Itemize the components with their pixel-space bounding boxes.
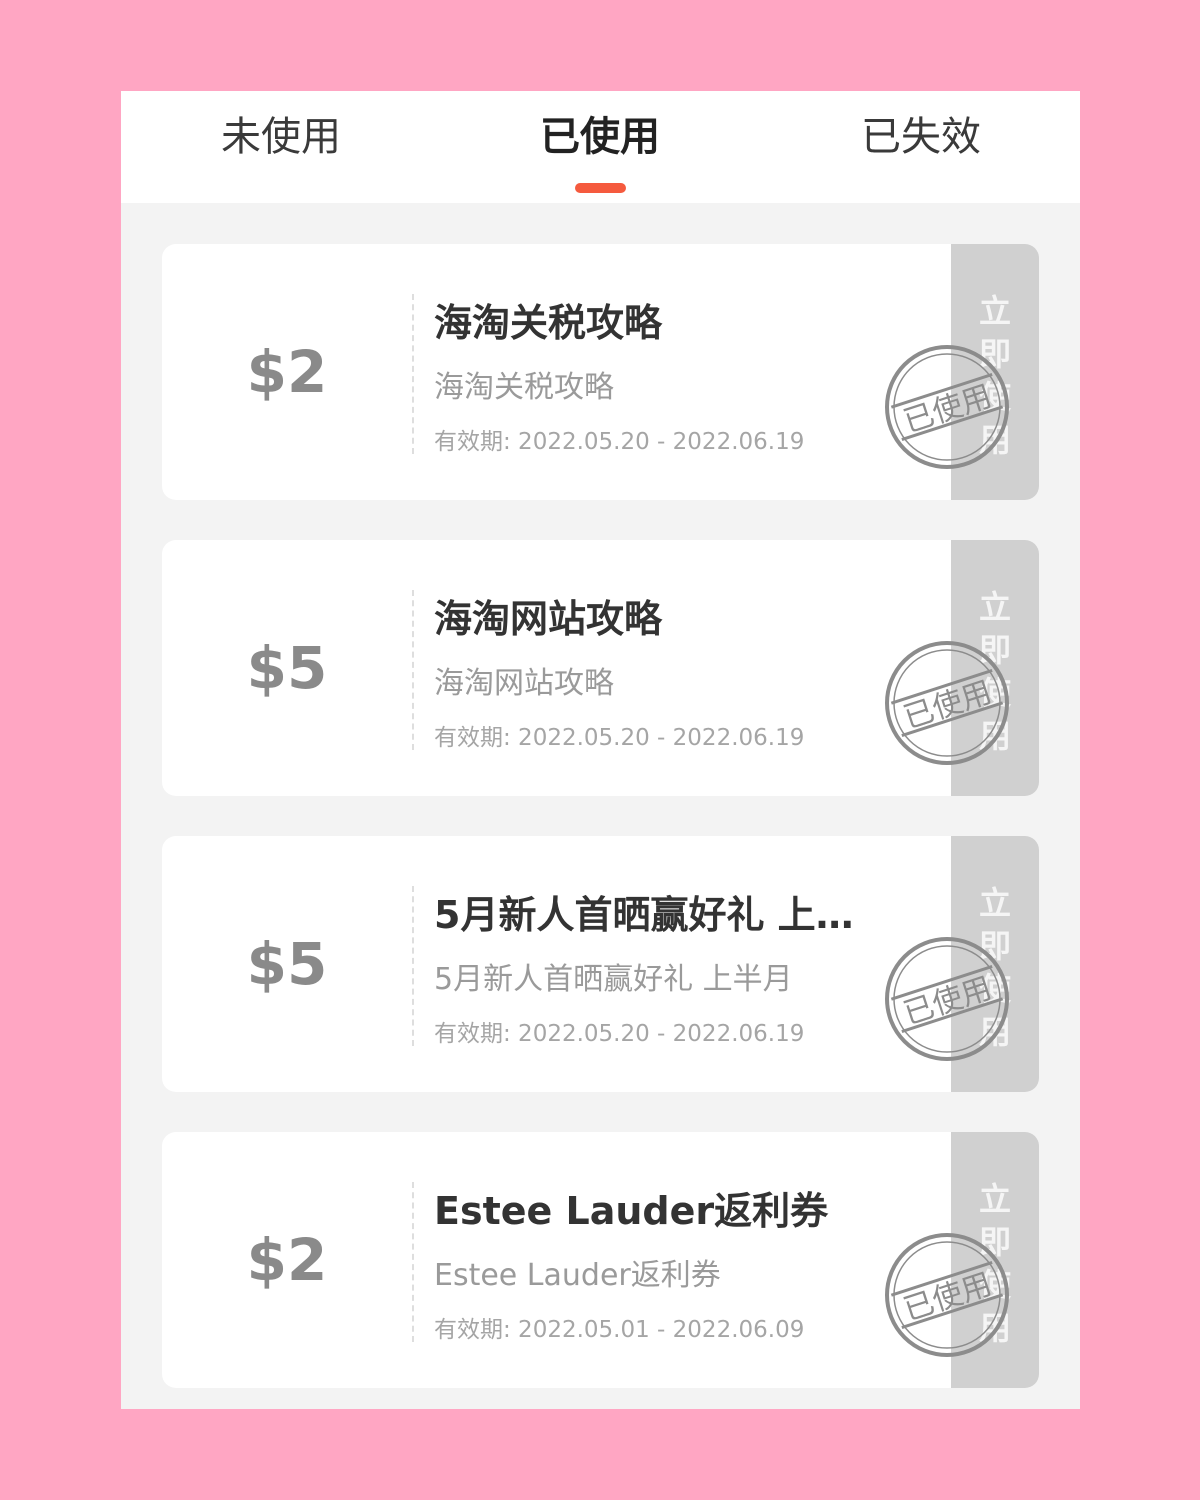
coupon-subtitle: Estee Lauder返利券 (434, 1258, 721, 1293)
coupon-title: Estee Lauder返利券 (434, 1189, 829, 1233)
used-stamp-icon: 已使用 (885, 1233, 1009, 1357)
used-stamp-icon: 已使用 (885, 345, 1009, 469)
coupon-list: $2 海淘关税攻略 海淘关税攻略 有效期: 2022.05.20 - 2022.… (162, 244, 1039, 1409)
active-tab-indicator (575, 183, 626, 193)
coupon-screen: 未使用 已使用 已失效 $2 海淘关税攻略 海淘关税攻略 有效期: 2022.0… (121, 91, 1080, 1409)
used-stamp-icon: 已使用 (885, 937, 1009, 1061)
coupon-validity: 有效期: 2022.05.20 - 2022.06.19 (434, 1021, 805, 1047)
coupon-amount: $2 (246, 1226, 328, 1294)
coupon-validity: 有效期: 2022.05.20 - 2022.06.19 (434, 725, 805, 751)
tab-bar: 未使用 已使用 已失效 (121, 91, 1080, 203)
tab-used[interactable]: 已使用 (480, 107, 720, 167)
tab-unused[interactable]: 未使用 (161, 107, 401, 167)
tab-expired[interactable]: 已失效 (801, 107, 1041, 167)
coupon-title: 5月新人首晒赢好礼 上… (434, 893, 854, 937)
coupon-divider (412, 590, 414, 750)
coupon-card: $5 5月新人首晒赢好礼 上… 5月新人首晒赢好礼 上半月 有效期: 2022.… (162, 836, 1039, 1092)
coupon-card: $5 海淘网站攻略 海淘网站攻略 有效期: 2022.05.20 - 2022.… (162, 540, 1039, 796)
coupon-validity: 有效期: 2022.05.01 - 2022.06.09 (434, 1317, 805, 1343)
coupon-divider (412, 294, 414, 454)
coupon-title: 海淘网站攻略 (434, 597, 663, 641)
coupon-subtitle: 海淘网站攻略 (434, 666, 614, 701)
used-stamp-icon: 已使用 (885, 641, 1009, 765)
coupon-subtitle: 海淘关税攻略 (434, 370, 614, 405)
coupon-subtitle: 5月新人首晒赢好礼 上半月 (434, 962, 793, 997)
coupon-card: $2 Estee Lauder返利券 Estee Lauder返利券 有效期: … (162, 1132, 1039, 1388)
coupon-title: 海淘关税攻略 (434, 301, 663, 345)
coupon-amount: $2 (246, 338, 328, 406)
coupon-amount: $5 (246, 930, 328, 998)
coupon-divider (412, 886, 414, 1046)
coupon-validity: 有效期: 2022.05.20 - 2022.06.19 (434, 429, 805, 455)
coupon-divider (412, 1182, 414, 1342)
coupon-card: $2 海淘关税攻略 海淘关税攻略 有效期: 2022.05.20 - 2022.… (162, 244, 1039, 500)
coupon-amount: $5 (246, 634, 328, 702)
